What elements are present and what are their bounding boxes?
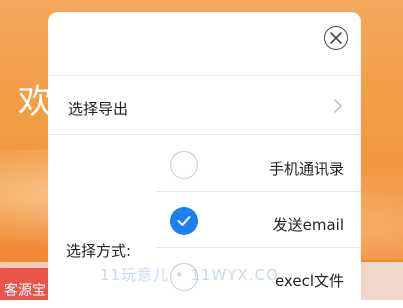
divider	[156, 247, 361, 248]
option-contacts[interactable]: 手机通讯录	[156, 140, 361, 196]
export-dialog: 选择导出 选择方式: 手机通讯录 发送email execl文件	[48, 12, 361, 300]
close-icon	[330, 32, 342, 44]
radio-email[interactable]	[170, 207, 198, 235]
radio-contacts[interactable]	[170, 151, 198, 179]
divider	[48, 134, 361, 135]
export-selector-row[interactable]: 选择导出	[48, 76, 361, 134]
chevron-right-icon	[334, 99, 342, 113]
watermark: 11玩意儿 • 11WYX.CO	[100, 266, 279, 284]
option-label: 手机通讯录	[268, 160, 344, 178]
option-label: execl文件	[274, 272, 344, 290]
method-label: 选择方式:	[66, 242, 132, 260]
background-welcome-text: 欢	[18, 82, 52, 122]
close-button[interactable]	[324, 26, 348, 50]
divider	[156, 191, 361, 192]
option-label: 发送email	[272, 216, 344, 234]
background-banner-text: 客源宝	[4, 283, 46, 299]
export-label: 选择导出	[68, 100, 129, 118]
check-icon	[177, 216, 191, 226]
option-email[interactable]: 发送email	[156, 196, 361, 252]
